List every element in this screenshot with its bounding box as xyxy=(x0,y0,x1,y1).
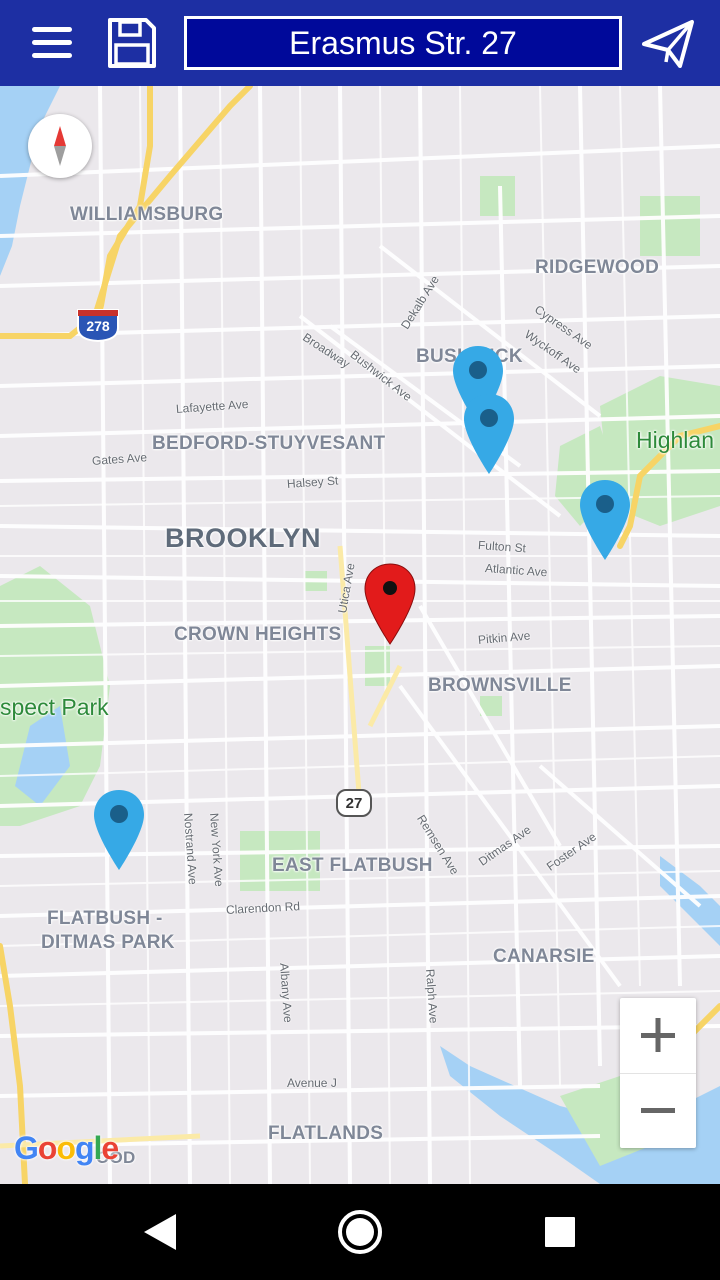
zoom-controls xyxy=(620,998,696,1148)
address-text: Erasmus Str. 27 xyxy=(289,24,517,61)
recents-square-icon xyxy=(545,1217,575,1247)
shield-label: 278 xyxy=(86,318,110,334)
system-nav-bar xyxy=(0,1184,720,1280)
zoom-out-button[interactable] xyxy=(620,1073,696,1148)
home-circle-icon xyxy=(338,1210,382,1254)
area-label: EAST FLATBUSH xyxy=(272,855,433,876)
zoom-in-button[interactable] xyxy=(620,998,696,1073)
area-label: WILLIAMSBURG xyxy=(70,204,224,225)
compass-icon xyxy=(54,126,66,166)
google-letter: o xyxy=(37,1130,58,1166)
interstate-278-shield: 278 xyxy=(76,308,120,342)
area-label: FLATLANDS xyxy=(268,1123,384,1144)
hamburger-menu-icon xyxy=(32,27,72,58)
area-label: BROOKLYN xyxy=(165,523,322,553)
map-view[interactable]: WILLIAMSBURG RIDGEWOOD BUSHWICK BEDFORD-… xyxy=(0,86,720,1184)
map-pin-icon xyxy=(580,480,630,560)
location-pin[interactable] xyxy=(462,392,516,476)
route-27-shield: 27 xyxy=(336,789,372,817)
paper-plane-send-icon xyxy=(642,20,694,68)
menu-button[interactable] xyxy=(22,18,82,68)
save-button[interactable] xyxy=(100,14,162,72)
minus-icon xyxy=(641,1108,675,1113)
area-label: Highlan xyxy=(636,427,714,453)
area-label: BEDFORD-STUYVESANT xyxy=(152,433,386,454)
send-button[interactable] xyxy=(636,14,702,72)
area-label: spect Park xyxy=(0,694,109,720)
area-label: CROWN HEIGHTS xyxy=(174,624,342,645)
map-base xyxy=(0,86,720,1184)
back-triangle-icon xyxy=(144,1214,176,1250)
area-label: FLATBUSH - xyxy=(47,908,163,929)
map-pin-icon xyxy=(364,563,416,645)
google-letter: e xyxy=(101,1130,119,1166)
street-grid xyxy=(0,86,720,1184)
shield-label: 27 xyxy=(345,795,363,812)
app-bar: Erasmus Str. 27 xyxy=(0,0,720,86)
location-pin[interactable] xyxy=(92,788,146,872)
back-button[interactable] xyxy=(130,1204,190,1260)
small-park-5 xyxy=(640,196,700,256)
area-label: DITMAS PARK xyxy=(41,932,175,953)
google-letter: G xyxy=(14,1130,39,1166)
google-letter: g xyxy=(74,1130,95,1166)
google-logo: Google xyxy=(14,1130,119,1167)
selected-location-pin[interactable] xyxy=(363,562,417,646)
google-letter: o xyxy=(56,1130,76,1166)
floppy-disk-save-icon xyxy=(108,18,156,68)
street-label: Avenue J xyxy=(287,1076,337,1090)
area-label: BROWNSVILLE xyxy=(428,675,572,696)
small-park-6 xyxy=(480,176,515,216)
home-button[interactable] xyxy=(330,1204,390,1260)
compass-button[interactable] xyxy=(28,114,92,178)
area-label: RIDGEWOOD xyxy=(535,257,660,278)
area-label: CANARSIE xyxy=(493,946,595,967)
map-pin-icon xyxy=(94,790,144,870)
address-display[interactable]: Erasmus Str. 27 xyxy=(184,16,622,70)
plus-icon xyxy=(641,1018,675,1052)
location-pin[interactable] xyxy=(578,478,632,562)
creek-water xyxy=(660,856,720,946)
recents-button[interactable] xyxy=(530,1204,590,1260)
map-pin-icon xyxy=(464,394,514,474)
